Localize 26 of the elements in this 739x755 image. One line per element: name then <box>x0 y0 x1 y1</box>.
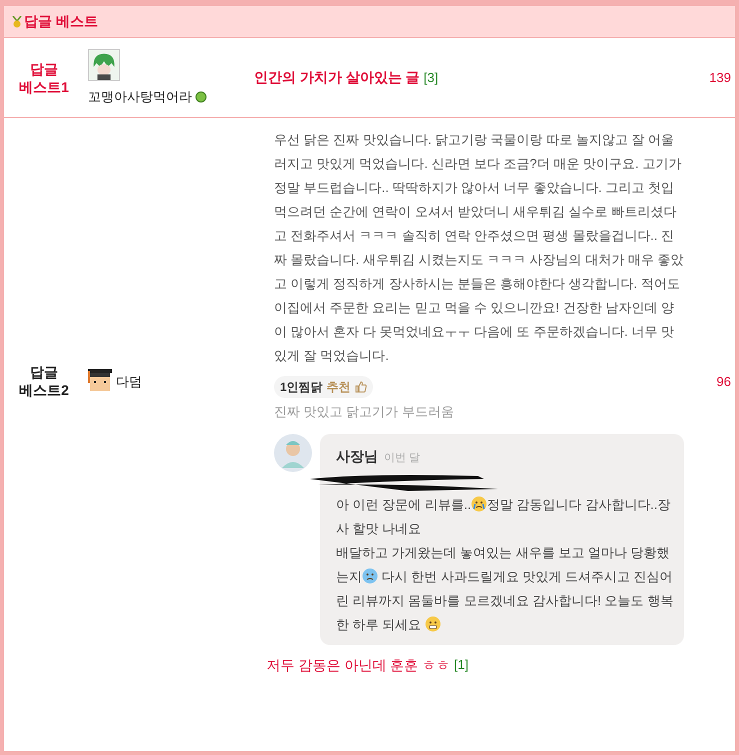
username[interactable]: 꼬맹아사탕먹어라 <box>88 86 192 106</box>
username[interactable]: 다덤 <box>116 372 142 391</box>
menu-tag: 1인찜닭 추천 <box>274 376 373 398</box>
reply-text: 아 이런 장문에 리뷰를.. 정말 감동입니다 감사합니다..장사 할맛 나네요 <box>336 494 672 538</box>
menu-note: 진짜 맛있고 닭고기가 부드러움 <box>274 403 455 421</box>
cold-face-icon <box>362 568 378 584</box>
owner-avatar-icon <box>274 434 312 472</box>
comment-count: [1] <box>454 656 469 674</box>
reply-author: 사장님 <box>336 446 378 466</box>
comment-count: [3] <box>424 68 438 87</box>
review-text: 우선 닭은 진짜 맛있습니다. 닭고기랑 국물이랑 따로 놀지않고 잘 어울러지고 맛있게 먹었습니다. 신라면 보다 조금?더 매운 맛이구요. 고기가 정말 부드럽습니다.. 딱딱하지가 않아서 너무 좋았습니다. 그리고 첫입 먹으려던 순간에 연락이 오셔서 받았더니 새우튀김 실수로 빠트리셨다고 전화주셔서 ㅋㅋㅋ 솔직히 연락 안주셨으면 평생 몰랐을겁니다.. 진짜 몰랐습니다. 새우튀김 시켰는지도 ㅋㅋㅋ 사장님의 대처가 매우 좋았고 이렇게 정직하게 장사하시는 분들은 흥해야한다 생각합니다. 적어도 이집에서 주문한 요리는 믿고 먹을 수 있으니깐요! 건장한 남자인데 양이 많아서 혼자 다 못먹었네요ㅜㅜ 다음에 또 주문하겠습니다. 너무 맛있게 잘 먹었습니다. <box>274 131 684 365</box>
avatar-picture-icon <box>88 48 120 81</box>
thumbs-up-icon <box>354 381 367 393</box>
post-title-link[interactable]: 인간의 가치가 살아있는 글 <box>254 67 420 88</box>
view-count: 139 <box>709 68 731 87</box>
rank-label: 답글 베스트2 <box>19 363 69 400</box>
post-title-link[interactable]: 저두 감동은 아닌데 훈훈 ㅎㅎ <box>266 654 450 676</box>
rank-label: 답글 베스트1 <box>19 60 69 96</box>
pixel-avatar-icon <box>88 369 112 394</box>
header-title: 답글 베스트 <box>24 12 98 31</box>
reply-text: 배달하고 가게왔는데 놓여있는 새우를 보고 얼마나 당황했는지 다시 한번 사과드릴게요 맛있게 드셔주시고 진심어린 리뷰까지 몸둘바를 모르겠네요 감사합니다! 오늘도 행복한 하루 되세요 <box>336 544 674 634</box>
grinning-face-icon <box>424 616 441 632</box>
medal-icon <box>12 16 22 28</box>
reply-time: 이번 달 <box>384 450 420 466</box>
crying-face-icon <box>471 496 488 512</box>
view-count: 96 <box>716 372 731 390</box>
